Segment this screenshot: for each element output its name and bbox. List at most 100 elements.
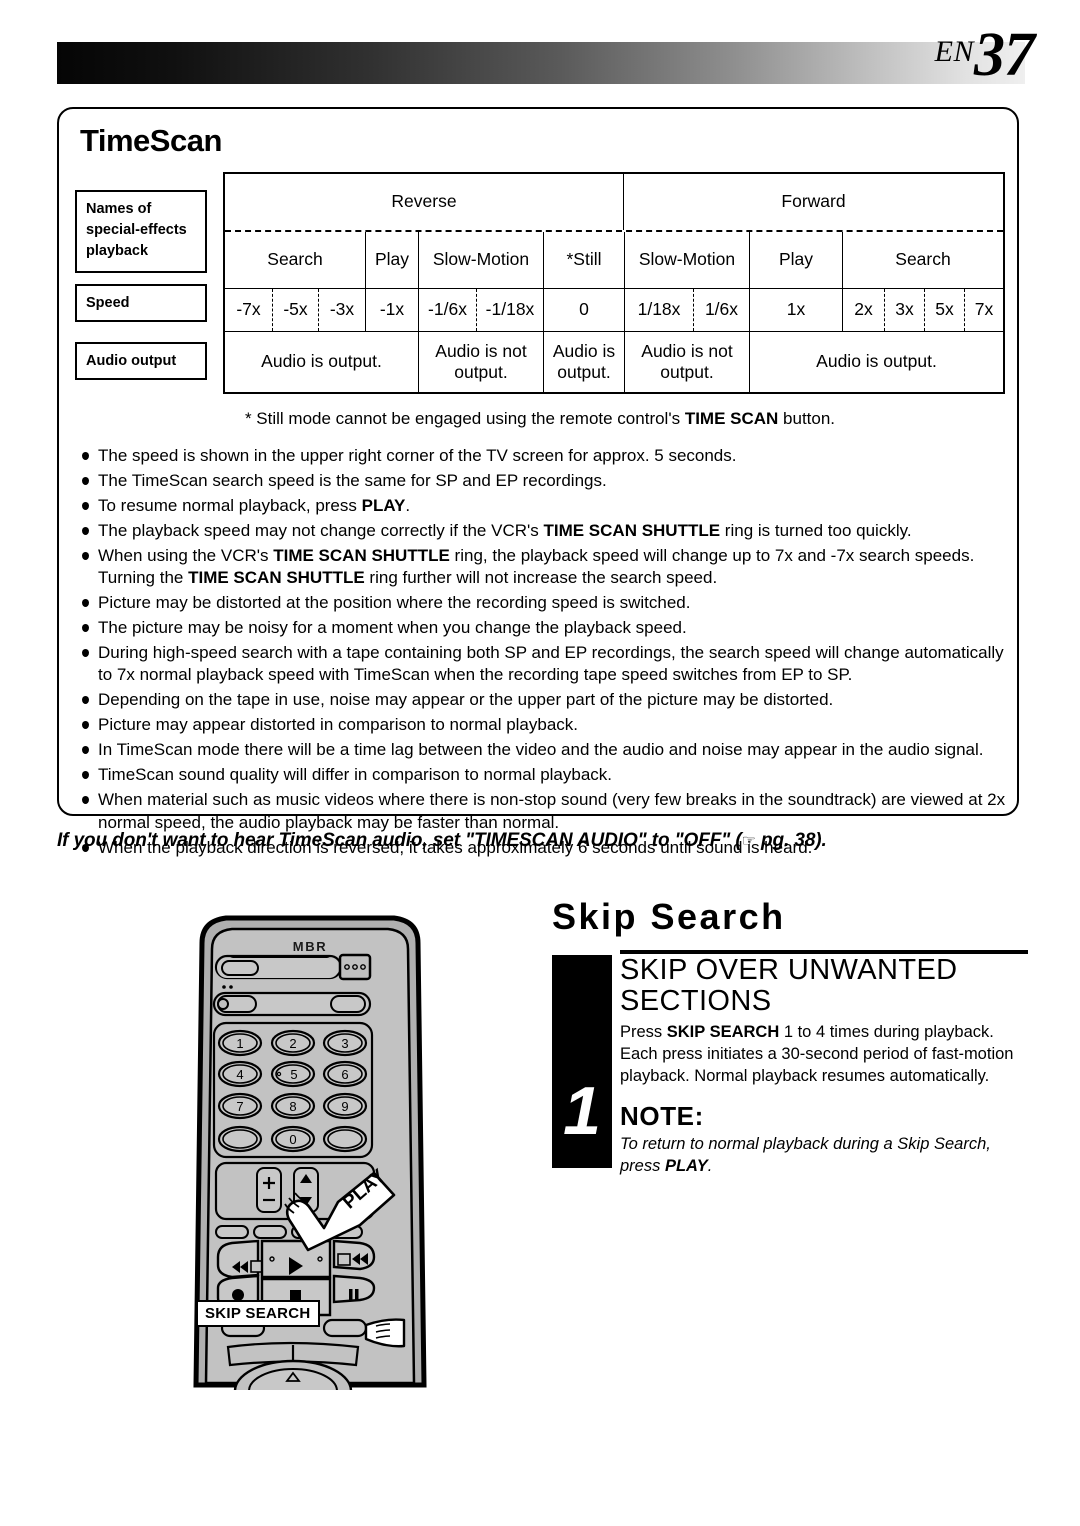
footnote-prefix: * Still mode cannot be engaged using the… [244, 409, 685, 428]
page-number: 37 [974, 21, 1035, 89]
speed-cell-4: -1/6x [418, 289, 476, 331]
table-row-labels: Names of special-effects playback Speed … [75, 172, 207, 394]
audio-cell-0: Audio is output. [261, 351, 382, 372]
note-bullet: When using the VCR's TIME SCAN SHUTTLE r… [79, 545, 1009, 590]
pause-button [332, 1274, 376, 1304]
key-1: 1 [236, 1036, 243, 1051]
function-button-1 [215, 1225, 249, 1239]
ff-icon-tape [337, 1253, 351, 1266]
mode-header-play-forward: Play [749, 232, 842, 289]
note-bullet: TimeScan sound quality will differ in co… [79, 764, 1009, 786]
pause-icon-a [349, 1289, 353, 1300]
speed-cell-6: 0 [543, 289, 624, 331]
key-7: 7 [236, 1099, 243, 1114]
note-paragraph: To return to normal playback during a Sk… [620, 1134, 1028, 1177]
speed-cell-0: -7x [236, 299, 261, 320]
page-header: EN37 [0, 0, 1080, 105]
language-code: EN [934, 35, 974, 68]
header-forward: Forward [781, 191, 846, 212]
page-number-block: EN37 [934, 21, 1035, 89]
note-bullet: During high-speed search with a tape con… [79, 642, 1009, 687]
power-toggle [221, 960, 259, 976]
speed-cell-7: 1/18x [624, 289, 693, 331]
note-bullet: Picture may be distorted at the position… [79, 592, 1009, 614]
keypad-row-2: 4 5 6 [217, 1060, 368, 1088]
play-button [260, 1239, 332, 1279]
speed-cell-12: 5x [924, 289, 964, 331]
aux-button [330, 995, 366, 1013]
note-bullet: The playback speed may not change correc… [79, 520, 1009, 542]
speed-cell-3: -1x [365, 289, 418, 331]
table-footnote: * Still mode cannot be engaged using the… [59, 409, 1021, 429]
note-bullet: The picture may be noisy for a moment wh… [79, 617, 1009, 639]
mode-switch-knob [217, 998, 229, 1010]
table-grid: Reverse Forward Search Play Slow-Motion … [223, 172, 1005, 394]
key-2: 2 [289, 1036, 296, 1051]
speed-cell-10: 2x [842, 289, 884, 331]
audio-cell-2: Audio is output. [543, 332, 624, 392]
indicator-dot-2 [229, 985, 233, 989]
keypad-row-1: 1 2 3 [217, 1029, 368, 1057]
speed-cell-11: 3x [884, 289, 924, 331]
mode-header-play-reverse: Play [365, 232, 418, 289]
key-0: 0 [289, 1132, 296, 1147]
indicator-dot-1 [222, 985, 226, 989]
speed-cell-13: 7x [964, 289, 1003, 331]
timescan-audio-caption: If you don't want to hear TimeScan audio… [57, 830, 1037, 852]
volume-rocker [256, 1167, 282, 1213]
row-label-names-line2: special-effects [86, 222, 187, 239]
note-bullet: The speed is shown in the upper right co… [79, 445, 1009, 467]
key-3: 3 [341, 1036, 348, 1051]
notes-bullet-list: The speed is shown in the upper right co… [79, 445, 1009, 861]
key-5: 5 [290, 1067, 297, 1082]
header-gradient-bar [57, 42, 1025, 84]
row-label-audio-output: Audio output [75, 342, 207, 380]
caption-text-before: If you don't want to hear TimeScan audio… [57, 830, 742, 851]
skip-search-button [322, 1318, 368, 1338]
audio-cell-1: Audio is not output. [418, 332, 543, 392]
skip-search-heading: SKIP OVER UNWANTED SECTIONS [620, 954, 958, 1017]
mode-header-slowmotion-reverse: Slow-Motion [418, 232, 543, 289]
note-bold: PLAY [664, 1156, 708, 1175]
mode-header-still: *Still [543, 232, 624, 289]
timescan-panel: TimeScan Names of special-effects playba… [57, 107, 1021, 857]
skip-search-callout-label: SKIP SEARCH [196, 1300, 320, 1327]
remote-brand-logo: MBR [293, 939, 327, 954]
key-6: 6 [341, 1067, 348, 1082]
key-4: 4 [236, 1067, 243, 1082]
note-heading: NOTE: [620, 1101, 704, 1132]
note-bullet: The TimeScan search speed is the same fo… [79, 470, 1009, 492]
audio-cell-4: Audio is output. [749, 332, 1003, 392]
audio-cell-3: Audio is not output. [624, 332, 749, 392]
function-button-2 [253, 1225, 287, 1239]
ss-body-bold: SKIP SEARCH [666, 1023, 780, 1042]
speed-cell-9: 1x [749, 289, 842, 331]
row-label-names-line1: Names of [86, 201, 152, 217]
note-bullet: In TimeScan mode there will be a time la… [79, 739, 1009, 761]
pause-icon-b [355, 1289, 359, 1300]
speed-cell-8: 1/6x [693, 289, 749, 331]
skip-search-paragraph: Press SKIP SEARCH 1 to 4 times during pl… [620, 1022, 1028, 1088]
skip-search-body: SKIP OVER UNWANTED SECTIONS Press SKIP S… [620, 955, 1028, 1177]
note-suffix: . [707, 1156, 713, 1175]
header-reverse: Reverse [391, 191, 457, 212]
skip-search-callout-hand [364, 1318, 406, 1348]
key-8: 8 [289, 1099, 296, 1114]
note-bullet: Picture may appear distorted in comparis… [79, 714, 1009, 736]
speed-cell-5: -1/18x [476, 289, 543, 331]
row-label-names: Names of special-effects playback [75, 190, 207, 273]
keypad-row-4: 0 [217, 1125, 368, 1153]
timescan-table: Names of special-effects playback Speed … [75, 172, 1005, 394]
footnote-suffix: button. [778, 409, 836, 428]
page-title: TimeScan [80, 123, 222, 158]
key-9: 9 [341, 1099, 348, 1114]
ss-body-prefix: Press [620, 1023, 667, 1042]
caption-page-ref: pg. 38). [755, 830, 827, 851]
note-bullet: To resume normal playback, press PLAY. [79, 495, 1009, 517]
speed-cell-2: -3x [318, 289, 365, 331]
note-bullet: When material such as music videos where… [79, 789, 1009, 834]
step-number-badge: 1 [552, 955, 612, 1168]
mode-header-slowmotion-forward: Slow-Motion [624, 232, 749, 289]
row-label-names-line3: playback [86, 243, 149, 260]
note-bullet: Depending on the tape in use, noise may … [79, 689, 1009, 711]
